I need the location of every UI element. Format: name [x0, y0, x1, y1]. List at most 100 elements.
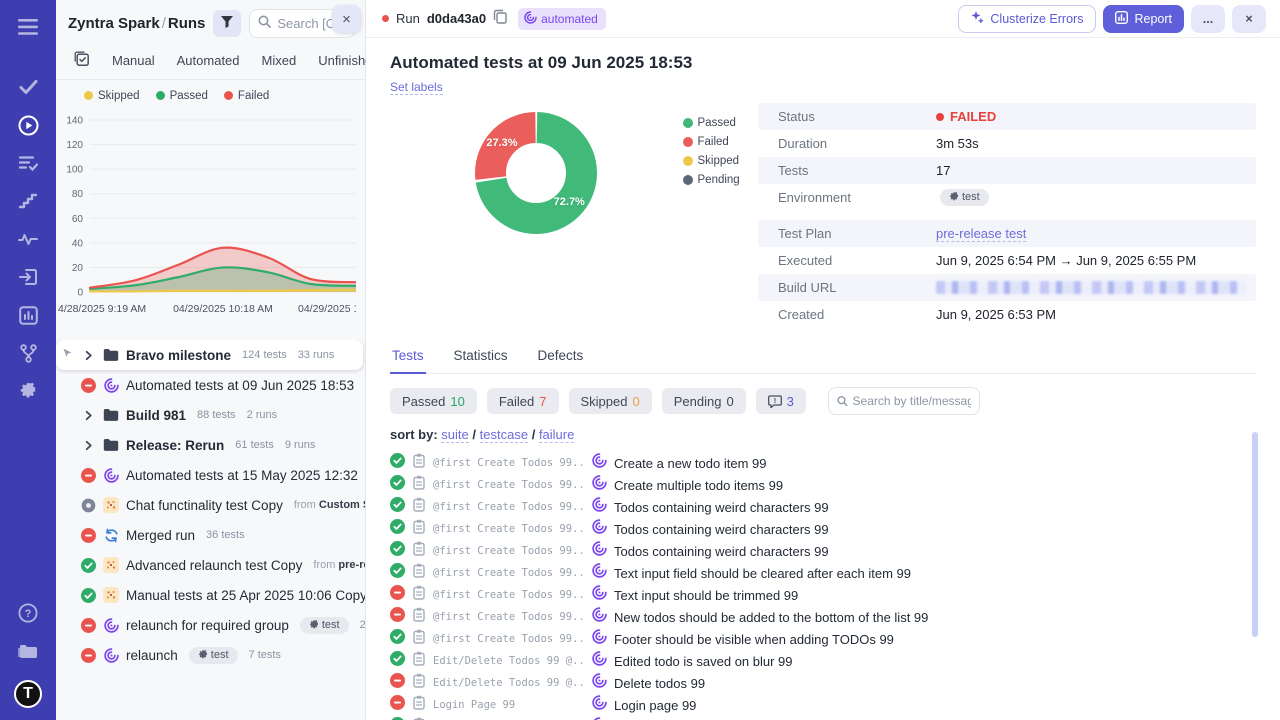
- donut-legend-skipped[interactable]: Skipped: [683, 155, 755, 167]
- run-list-item[interactable]: Advanced relaunch test Copyfrom pre-rele…: [56, 550, 365, 580]
- projects-folder-icon[interactable]: [8, 632, 48, 670]
- run-list-item[interactable]: Build 98188 tests2 runs: [56, 400, 365, 430]
- project-name[interactable]: Zyntra Spark: [68, 15, 160, 32]
- run-list-item[interactable]: relaunchtest7 tests: [56, 640, 365, 670]
- cursor-pointer-icon: [60, 347, 73, 365]
- runs-panel: Zyntra Spark/Runs × Manual Automated Mix…: [56, 0, 366, 720]
- test-row[interactable]: @first Create Todos 99...Footer should b…: [390, 628, 1256, 650]
- svg-text:60: 60: [72, 214, 84, 225]
- report-button[interactable]: Report: [1103, 5, 1184, 33]
- run-list-item[interactable]: Automated tests at 15 May 2025 12:32from…: [56, 460, 365, 490]
- test-row[interactable]: Edit/Delete Todos 99 @...Delete todos 99: [390, 672, 1256, 694]
- trend-legend-skipped[interactable]: Skipped: [84, 90, 140, 102]
- help-icon[interactable]: ?: [8, 594, 48, 632]
- tab-mixed[interactable]: Mixed: [262, 53, 297, 68]
- test-row[interactable]: @first Create Todos 99...Todos containin…: [390, 496, 1256, 518]
- panel-close-button[interactable]: ×: [332, 5, 361, 33]
- run-list-item[interactable]: Release: Rerun61 tests9 runs: [56, 430, 365, 460]
- reports-chart-icon[interactable]: [8, 296, 48, 334]
- run-list-item[interactable]: Manual tests at 25 Apr 2025 10:06 Copyfr…: [56, 580, 365, 610]
- svg-text:120: 120: [66, 140, 83, 151]
- svg-text:4/28/2025 9:19 AM: 4/28/2025 9:19 AM: [58, 303, 146, 315]
- test-row[interactable]: Mark as completed/not ...Mark todos as c…: [390, 716, 1256, 720]
- info-row-status: StatusFAILED: [758, 103, 1256, 130]
- more-actions-button[interactable]: ...: [1191, 5, 1225, 33]
- test-row[interactable]: @first Create Todos 99...Create a new to…: [390, 452, 1256, 474]
- svg-text:!: !: [773, 395, 776, 404]
- skipped-filter-chip[interactable]: Skipped 0: [569, 388, 652, 414]
- branches-icon[interactable]: [8, 334, 48, 372]
- tab-manual[interactable]: Manual: [112, 53, 155, 68]
- info-value: 17: [936, 163, 950, 178]
- run-list-item[interactable]: Chat functinality test Copyfrom Custom S…: [56, 490, 365, 520]
- tests-check-icon[interactable]: [8, 68, 48, 106]
- filter-button[interactable]: [213, 10, 241, 37]
- runs-play-icon[interactable]: [8, 106, 48, 144]
- select-runs-icon[interactable]: [74, 51, 90, 70]
- donut-legend-failed[interactable]: Failed: [683, 136, 755, 148]
- trend-legend-passed[interactable]: Passed: [156, 90, 208, 102]
- run-meta: 124 tests: [242, 349, 287, 361]
- run-title: Manual tests at 25 Apr 2025 10:06 Copy: [126, 588, 365, 603]
- run-list-item[interactable]: Bravo milestone124 tests33 runs: [56, 340, 363, 370]
- test-row[interactable]: Login Page 99Login page 99: [390, 694, 1256, 716]
- tab-defects[interactable]: Defects: [536, 348, 586, 373]
- donut-legend-passed[interactable]: Passed: [683, 117, 755, 129]
- environment-badge: test: [300, 617, 349, 634]
- app-logo[interactable]: T: [14, 680, 42, 708]
- milestones-steps-icon[interactable]: [8, 182, 48, 220]
- test-row[interactable]: @first Create Todos 99...Text input shou…: [390, 584, 1256, 606]
- test-row[interactable]: @first Create Todos 99...Todos containin…: [390, 518, 1256, 540]
- trend-legend-failed[interactable]: Failed: [224, 90, 269, 102]
- test-row[interactable]: @first Create Todos 99...New todos shoul…: [390, 606, 1256, 628]
- tests-search-input[interactable]: [853, 394, 971, 408]
- set-labels-link[interactable]: Set labels: [390, 80, 443, 95]
- settings-gear-icon[interactable]: [8, 372, 48, 410]
- app-rail: ? T: [0, 0, 56, 720]
- testcase-clipboard-icon: [412, 541, 426, 561]
- info-row-test-plan: Test Planpre-release test: [758, 220, 1256, 247]
- sort-by-testcase[interactable]: testcase: [480, 427, 528, 443]
- sparkles-icon: [971, 11, 984, 27]
- copy-run-id-icon[interactable]: [493, 9, 507, 29]
- run-list-item[interactable]: relaunch for required grouptest2 tests: [56, 610, 365, 640]
- run-title: relaunch: [126, 648, 178, 663]
- test-row[interactable]: @first Create Todos 99...Todos containin…: [390, 540, 1256, 562]
- comments-filter-chip[interactable]: ! 3: [756, 388, 806, 414]
- run-title: Automated tests at 15 May 2025 12:32: [126, 468, 358, 483]
- run-list-item[interactable]: Automated tests at 09 Jun 2025 18:53from…: [56, 370, 365, 400]
- clusterize-errors-button[interactable]: Clusterize Errors: [958, 5, 1096, 33]
- svg-text:100: 100: [66, 165, 83, 176]
- test-row[interactable]: @first Create Todos 99...Text input fiel…: [390, 562, 1256, 584]
- sort-by-failure[interactable]: failure: [539, 427, 574, 443]
- test-title: Footer should be visible when adding TOD…: [614, 632, 894, 647]
- section-name: Runs: [168, 15, 206, 32]
- info-row-created: CreatedJun 9, 2025 6:53 PM: [758, 301, 1256, 328]
- info-label: Test Plan: [778, 226, 936, 241]
- tab-automated[interactable]: Automated: [177, 53, 240, 68]
- info-value[interactable]: pre-release test: [936, 226, 1026, 242]
- passed-filter-chip[interactable]: Passed 10: [390, 388, 477, 414]
- menu-icon[interactable]: [8, 8, 48, 46]
- plans-list-icon[interactable]: [8, 144, 48, 182]
- run-list-item[interactable]: Merged run36 tests: [56, 520, 365, 550]
- test-suite: Login Page 99: [433, 699, 585, 711]
- pending-filter-chip[interactable]: Pending 0: [662, 388, 746, 414]
- donut-chart-zone: 27.3%72.7%: [390, 103, 683, 328]
- close-run-button[interactable]: ×: [1232, 5, 1266, 33]
- report-chart-icon: [1115, 11, 1128, 27]
- tests-search[interactable]: [828, 387, 980, 415]
- build-url-redacted: [936, 281, 1246, 294]
- info-value: Jun 9, 2025 6:53 PM: [936, 307, 1056, 322]
- tab-tests[interactable]: Tests: [390, 348, 426, 374]
- test-title: New todos should be added to the bottom …: [614, 610, 928, 625]
- test-row[interactable]: Edit/Delete Todos 99 @...Edited todo is …: [390, 650, 1256, 672]
- tab-statistics[interactable]: Statistics: [452, 348, 510, 373]
- tests-scrollbar[interactable]: [1252, 432, 1258, 637]
- donut-legend-pending[interactable]: Pending: [683, 174, 755, 186]
- import-icon[interactable]: [8, 258, 48, 296]
- failed-filter-chip[interactable]: Failed 7: [487, 388, 559, 414]
- analytics-pulse-icon[interactable]: [8, 220, 48, 258]
- test-row[interactable]: @first Create Todos 99...Create multiple…: [390, 474, 1256, 496]
- sort-by-suite[interactable]: suite: [441, 427, 468, 443]
